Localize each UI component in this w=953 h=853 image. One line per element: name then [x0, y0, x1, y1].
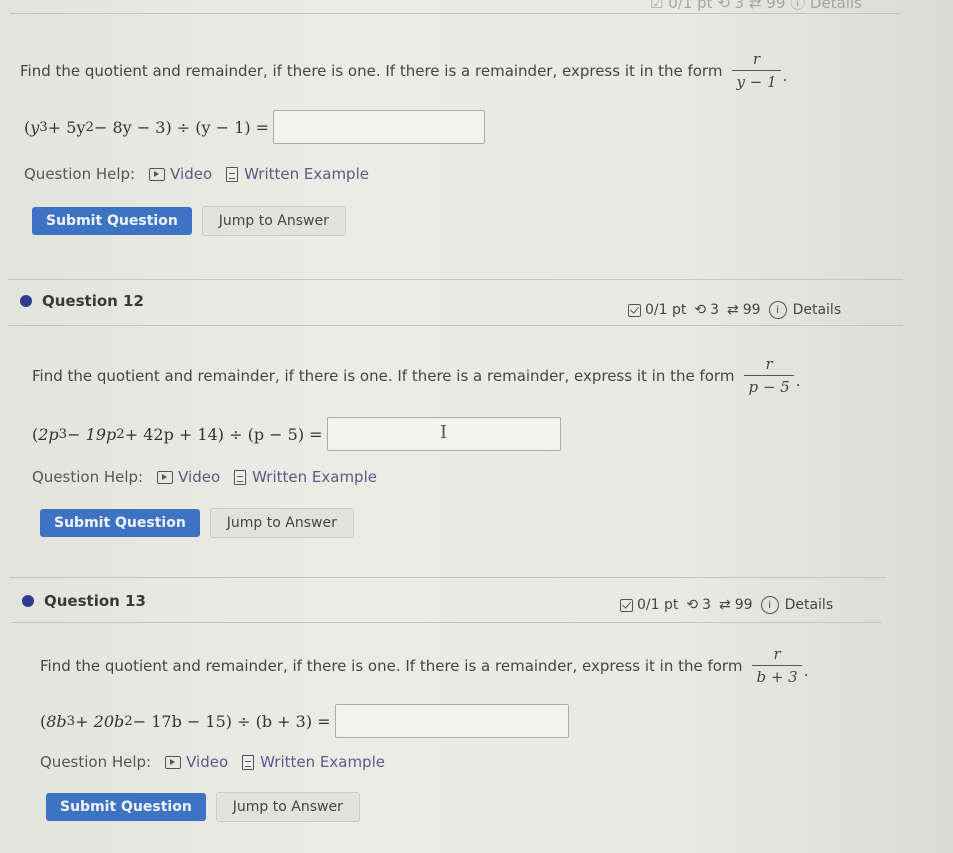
- prompt-text: Find the quotient and remainder, if ther…: [20, 61, 723, 80]
- question-11-actions: Submit Question Jump to Answer: [32, 206, 346, 236]
- fraction-denominator: b + 3: [752, 665, 802, 686]
- question-12-actions: Submit Question Jump to Answer: [40, 508, 354, 538]
- answer-input[interactable]: I: [326, 417, 561, 451]
- jump-to-answer-button[interactable]: Jump to Answer: [215, 792, 360, 822]
- question-help: Question Help: Video Written Example: [24, 165, 369, 183]
- question-13-prompt: Find the quotient and remainder, if ther…: [40, 645, 809, 686]
- prompt-text: Find the quotient and remainder, if ther…: [40, 656, 743, 675]
- submit-question-button[interactable]: Submit Question: [32, 207, 192, 235]
- question-13-actions: Submit Question Jump to Answer: [46, 792, 360, 822]
- section-divider: [10, 577, 886, 578]
- document-icon: [242, 754, 255, 770]
- details-link[interactable]: i Details: [760, 596, 833, 614]
- retry-icon: ⟲: [686, 597, 699, 613]
- fraction-denominator: y − 1: [732, 70, 781, 91]
- retries-value: 3: [702, 597, 712, 613]
- question-11-prompt: Find the quotient and remainder, if ther…: [20, 50, 788, 91]
- attempts-value: 99: [742, 302, 761, 318]
- submit-question-button[interactable]: Submit Question: [46, 793, 206, 821]
- checkbox-icon: [620, 598, 633, 612]
- document-icon: [234, 469, 247, 485]
- answer-input[interactable]: [273, 110, 486, 144]
- remainder-form-fraction: r p − 5: [744, 355, 794, 396]
- question-help: Question Help: Video Written Example: [32, 468, 377, 486]
- attempts-icon: ⇄: [727, 302, 739, 318]
- video-link[interactable]: Video: [149, 165, 212, 183]
- written-example-link[interactable]: Written Example: [242, 753, 385, 771]
- question-status-dot: [20, 295, 32, 307]
- remainder-form-fraction: r y − 1: [732, 50, 781, 91]
- question-12-title: Question 12: [20, 292, 144, 310]
- jump-to-answer-button[interactable]: Jump to Answer: [209, 508, 354, 538]
- section-divider: [8, 325, 903, 326]
- answer-input[interactable]: [334, 704, 569, 738]
- video-link[interactable]: Video: [157, 468, 220, 486]
- attempts-icon: ⇄: [719, 597, 731, 613]
- fraction-numerator: r: [752, 50, 761, 68]
- text-cursor-icon: I: [440, 422, 448, 443]
- retries-value: 3: [710, 302, 720, 318]
- retry-icon: ⟲: [694, 302, 707, 318]
- question-help-label: Question Help:: [32, 468, 144, 486]
- written-example-link[interactable]: Written Example: [234, 468, 377, 486]
- video-icon: [149, 167, 166, 181]
- section-divider: [12, 622, 882, 623]
- question-13-expression: (8b 3 + 20b 2 − 17b − 15) ÷ (b + 3) =: [40, 704, 569, 738]
- prompt-text: Find the quotient and remainder, if ther…: [32, 366, 735, 385]
- fraction-denominator: p − 5: [744, 375, 794, 396]
- fraction-numerator: r: [773, 645, 781, 663]
- checkbox-icon: [628, 303, 641, 317]
- video-link[interactable]: Video: [165, 753, 228, 771]
- points-value: 0/1 pt: [637, 597, 679, 613]
- document-icon: [226, 166, 239, 182]
- question-13-meta: 0/1 pt ⟲ 3 ⇄ 99 i Details: [620, 596, 833, 614]
- video-icon: [157, 470, 174, 484]
- info-icon: i: [760, 596, 779, 614]
- remainder-form-fraction: r b + 3: [752, 645, 802, 686]
- question-help-label: Question Help:: [24, 165, 136, 183]
- question-12-prompt: Find the quotient and remainder, if ther…: [32, 355, 801, 396]
- written-example-link[interactable]: Written Example: [226, 165, 369, 183]
- question-status-dot: [22, 595, 34, 607]
- fraction-numerator: r: [765, 355, 773, 373]
- question-12-expression: (2p 3 − 19p 2 + 42p + 14) ÷ (p − 5) = I: [32, 417, 561, 451]
- section-divider: [8, 279, 903, 280]
- question-help: Question Help: Video Written Example: [40, 753, 385, 771]
- section-divider: [10, 13, 900, 14]
- question-12-meta: 0/1 pt ⟲ 3 ⇄ 99 i Details: [628, 301, 841, 319]
- video-icon: [165, 755, 182, 769]
- question-11-expression: (y 3 + 5y 2 − 8y − 3) ÷ (y − 1) =: [24, 110, 486, 144]
- question-13-title: Question 13: [22, 592, 146, 610]
- jump-to-answer-button[interactable]: Jump to Answer: [201, 206, 346, 236]
- question-help-label: Question Help:: [40, 753, 152, 771]
- previous-question-meta: ☑ 0/1 pt ⟲ 3 ⇄ 99 ⓘ Details: [650, 0, 862, 12]
- points-value: 0/1 pt: [645, 302, 687, 318]
- attempts-value: 99: [734, 597, 753, 613]
- info-icon: i: [768, 301, 787, 319]
- details-link[interactable]: i Details: [768, 301, 841, 319]
- submit-question-button[interactable]: Submit Question: [40, 509, 200, 537]
